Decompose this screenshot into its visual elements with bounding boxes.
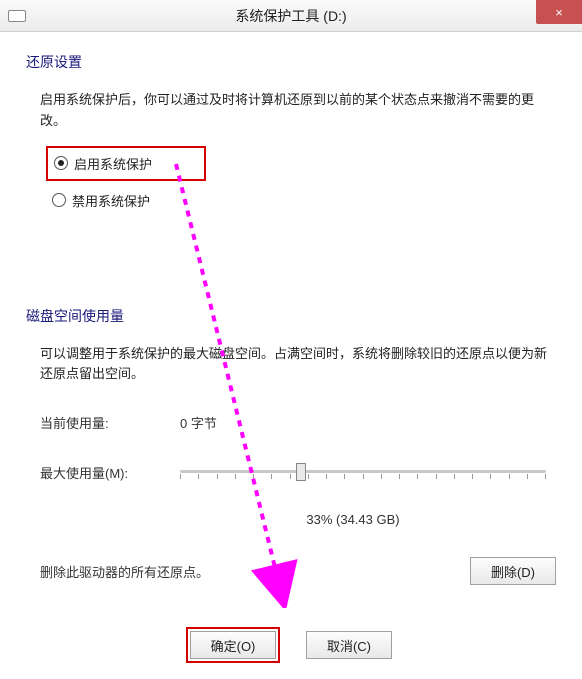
delete-button[interactable]: 删除(D) xyxy=(470,557,556,585)
max-usage-row: 最大使用量(M): xyxy=(40,460,546,484)
radio-enable-protection[interactable]: 启用系统保护 xyxy=(46,146,206,181)
radio-icon xyxy=(54,156,68,170)
close-icon: × xyxy=(555,5,563,20)
dialog-content: 还原设置 启用系统保护后，你可以通过及时将计算机还原到以前的某个状态点来撤消不需… xyxy=(0,32,582,679)
radio-disable-protection[interactable]: 禁用系统保护 xyxy=(46,185,556,216)
radio-enable-label: 启用系统保护 xyxy=(74,154,152,173)
current-usage-row: 当前使用量: 0 字节 xyxy=(40,413,546,432)
ok-button[interactable]: 确定(O) xyxy=(190,631,276,659)
usage-rows: 当前使用量: 0 字节 最大使用量(M): 33% (34. xyxy=(40,413,546,527)
delete-description: 删除此驱动器的所有还原点。 xyxy=(40,562,209,581)
slider-ticks xyxy=(180,474,546,480)
close-button[interactable]: × xyxy=(536,0,582,24)
radio-disable-label: 禁用系统保护 xyxy=(72,191,150,210)
current-usage-value: 0 字节 xyxy=(180,413,217,432)
titlebar: 系统保护工具 (D:) × xyxy=(0,0,582,32)
max-usage-label: 最大使用量(M): xyxy=(40,463,180,482)
disk-section-title: 磁盘空间使用量 xyxy=(26,306,556,326)
radio-icon xyxy=(52,193,66,207)
slider-value-text: 33% (34.43 GB) xyxy=(40,512,546,527)
disk-usage-section: 磁盘空间使用量 可以调整用于系统保护的最大磁盘空间。占满空间时，系统将删除较旧的… xyxy=(26,306,556,586)
restore-description: 启用系统保护后，你可以通过及时将计算机还原到以前的某个状态点来撤消不需要的更改。 xyxy=(40,90,550,132)
slider-track xyxy=(180,470,546,473)
cancel-button[interactable]: 取消(C) xyxy=(306,631,392,659)
window-icon xyxy=(8,10,26,22)
restore-section-title: 还原设置 xyxy=(26,52,556,72)
window-title: 系统保护工具 (D:) xyxy=(235,6,346,26)
restore-radio-group: 启用系统保护 禁用系统保护 xyxy=(46,146,556,216)
disk-description: 可以调整用于系统保护的最大磁盘空间。占满空间时，系统将删除较旧的还原点以便为新还… xyxy=(40,344,550,386)
current-usage-label: 当前使用量: xyxy=(40,413,180,432)
max-usage-slider[interactable] xyxy=(180,460,546,484)
restore-section: 还原设置 启用系统保护后，你可以通过及时将计算机还原到以前的某个状态点来撤消不需… xyxy=(26,52,556,216)
slider-thumb[interactable] xyxy=(296,463,306,481)
delete-row: 删除此驱动器的所有还原点。 删除(D) xyxy=(40,557,556,585)
dialog-footer: 确定(O) 取消(C) xyxy=(26,631,556,679)
